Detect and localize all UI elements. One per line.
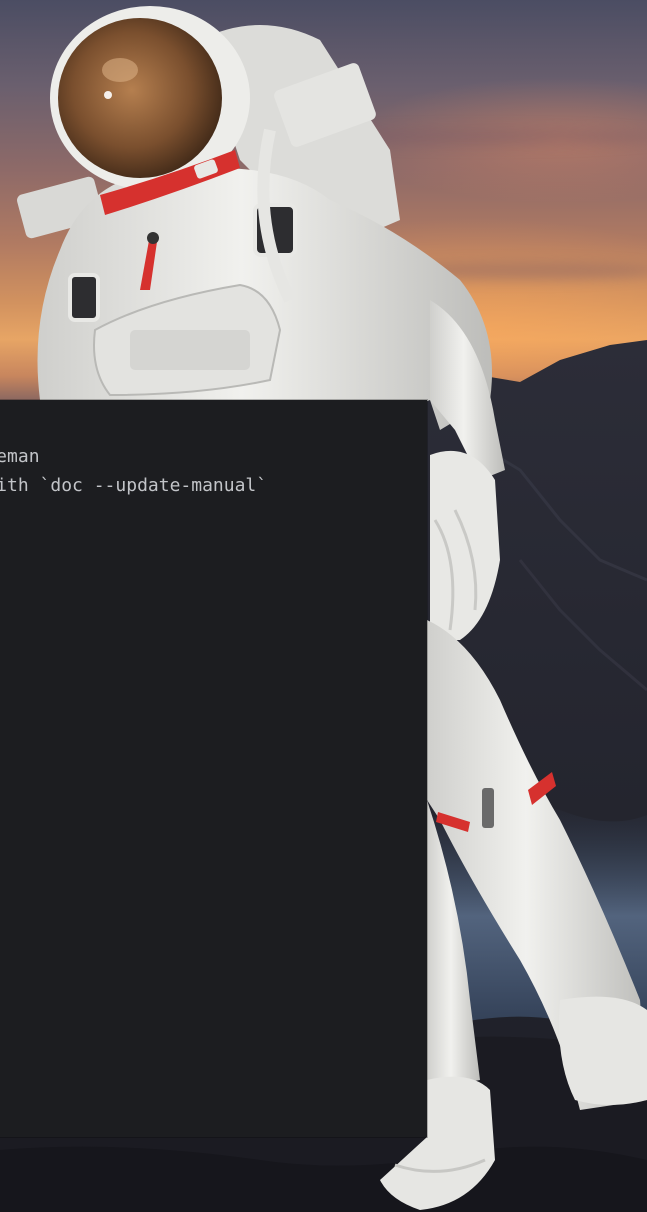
terminal-window[interactable]: tileman e with `doc --update-manual` xyxy=(0,400,427,1137)
terminal-output-line: e with `doc --update-manual` xyxy=(0,475,268,496)
desktop: tileman e with `doc --update-manual` xyxy=(0,0,647,1212)
terminal-output-line: tileman xyxy=(0,446,40,467)
